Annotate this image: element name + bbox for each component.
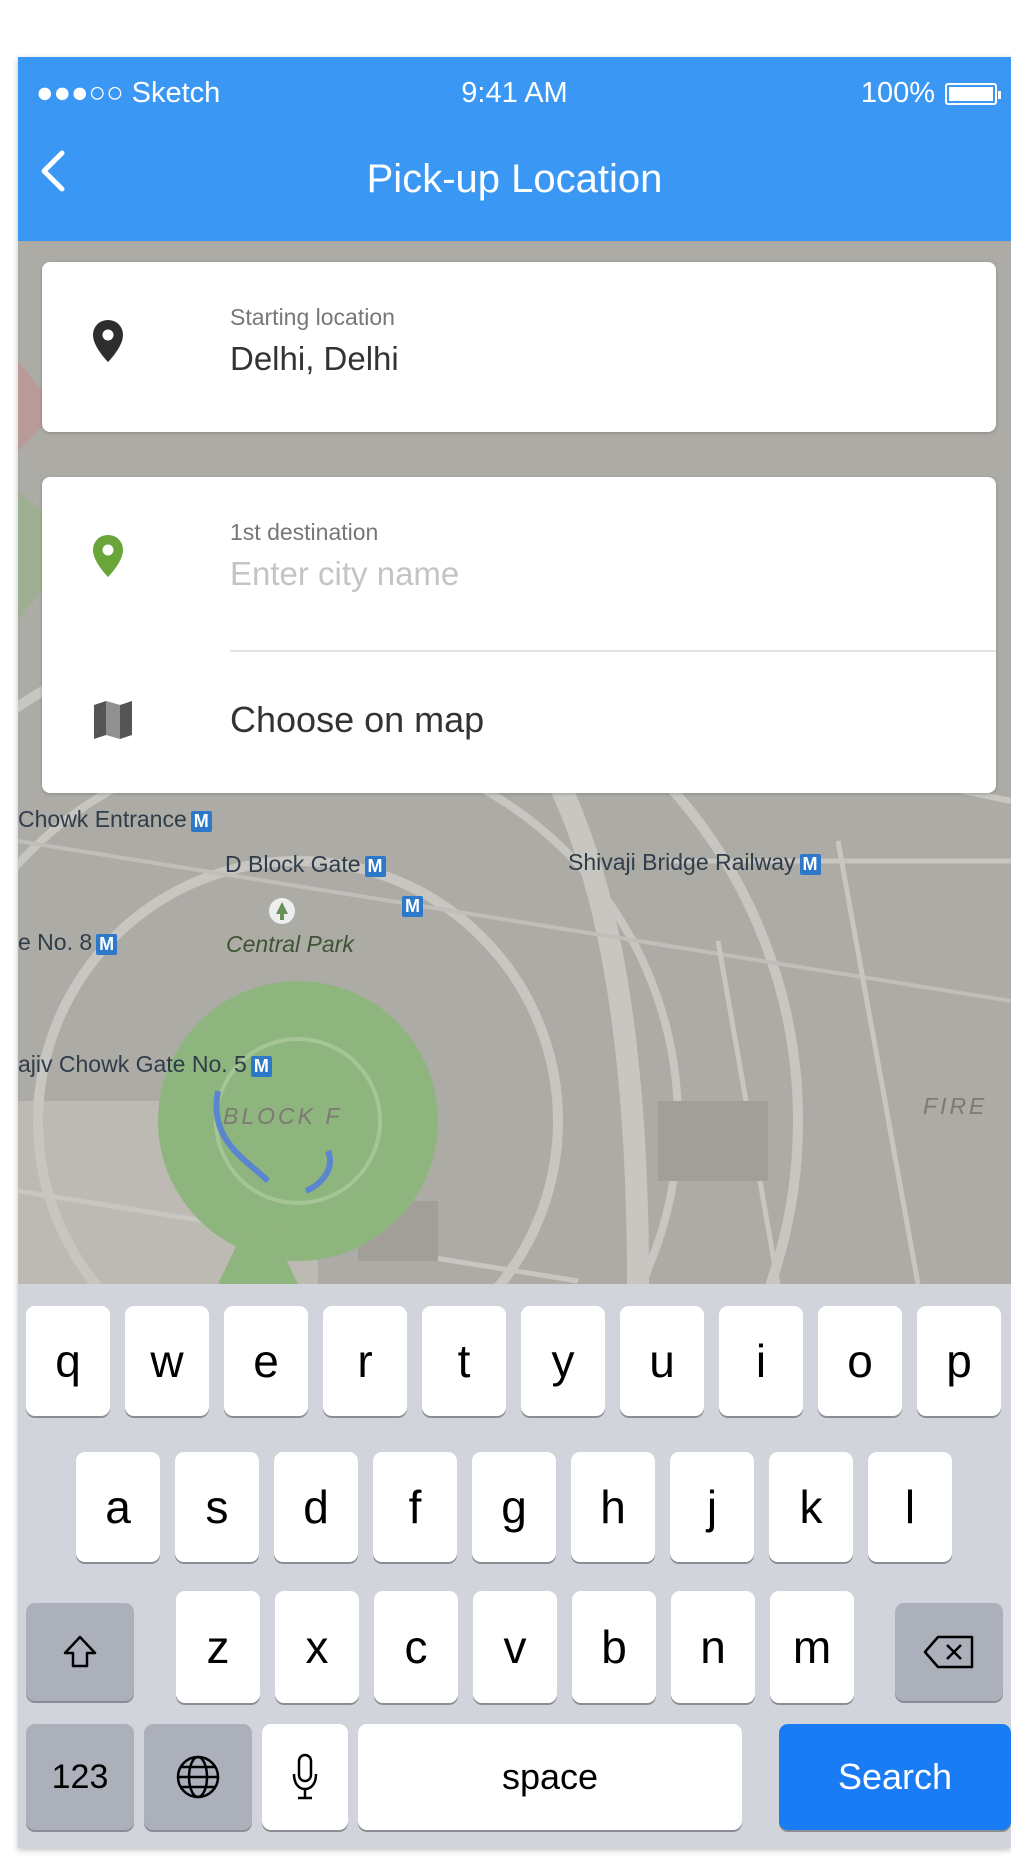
key-a[interactable]: a bbox=[76, 1452, 160, 1562]
train-icon: M bbox=[799, 854, 821, 875]
key-p[interactable]: p bbox=[917, 1306, 1001, 1416]
key-q[interactable]: q bbox=[26, 1306, 110, 1416]
key-x[interactable]: x bbox=[275, 1591, 359, 1703]
destination-label: 1st destination bbox=[230, 519, 379, 545]
backspace-icon bbox=[923, 1635, 974, 1669]
destination-input[interactable]: Enter city name bbox=[230, 555, 459, 593]
metro-icon: M bbox=[250, 1056, 272, 1077]
map-icon bbox=[94, 701, 132, 739]
key-s[interactable]: s bbox=[175, 1452, 259, 1562]
starting-location-value[interactable]: Delhi, Delhi bbox=[230, 340, 399, 378]
battery-indicator: 100% bbox=[860, 77, 1001, 110]
status-bar: ●●●○○ Sketch 9:41 AM 100% bbox=[18, 67, 1011, 117]
metro-icon: M bbox=[190, 811, 212, 832]
key-u[interactable]: u bbox=[620, 1306, 704, 1416]
map-label-d-block-gate: D Block Gate M bbox=[225, 851, 386, 878]
page-title: Pick-up Location bbox=[366, 157, 663, 201]
key-d[interactable]: d bbox=[274, 1452, 358, 1562]
metro-icon: M bbox=[96, 934, 118, 955]
map-label-metro-station: M bbox=[398, 891, 423, 918]
battery-icon bbox=[945, 82, 1001, 105]
globe-icon bbox=[176, 1755, 220, 1799]
key-v[interactable]: v bbox=[473, 1591, 557, 1703]
key-i[interactable]: i bbox=[719, 1306, 803, 1416]
map-label-gate-no-8: e No. 8M bbox=[18, 929, 118, 956]
tree-icon bbox=[268, 897, 296, 931]
destination-pin-icon bbox=[93, 535, 123, 577]
battery-percent: 100% bbox=[860, 77, 935, 109]
space-key[interactable]: space bbox=[358, 1724, 742, 1830]
microphone-icon bbox=[292, 1753, 318, 1800]
starting-location-card[interactable]: Starting location Delhi, Delhi bbox=[42, 262, 996, 432]
key-z[interactable]: z bbox=[176, 1591, 260, 1703]
key-c[interactable]: c bbox=[374, 1591, 458, 1703]
location-pin-icon bbox=[93, 320, 123, 362]
map-label-fire: FIRE bbox=[923, 1093, 988, 1119]
key-h[interactable]: h bbox=[571, 1452, 655, 1562]
numbers-key[interactable]: 123 bbox=[26, 1724, 134, 1830]
key-n[interactable]: n bbox=[671, 1591, 755, 1703]
key-f[interactable]: f bbox=[373, 1452, 457, 1562]
globe-key[interactable] bbox=[144, 1724, 252, 1830]
key-t[interactable]: t bbox=[422, 1306, 506, 1416]
map-label-shivaji-bridge: Shivaji Bridge Railway M bbox=[568, 849, 821, 876]
map-label-central-park: Central Park bbox=[226, 931, 354, 957]
search-key[interactable]: Search bbox=[779, 1724, 1011, 1830]
app-header: ●●●○○ Sketch 9:41 AM 100% Pick-up Locati… bbox=[18, 57, 1011, 241]
key-l[interactable]: l bbox=[868, 1452, 952, 1562]
metro-icon: M bbox=[402, 896, 423, 917]
key-j[interactable]: j bbox=[670, 1452, 754, 1562]
choose-on-map-button[interactable]: Choose on map bbox=[230, 699, 484, 741]
key-r[interactable]: r bbox=[323, 1306, 407, 1416]
shift-icon bbox=[63, 1635, 97, 1668]
key-o[interactable]: o bbox=[818, 1306, 902, 1416]
phone-screen: ●●●○○ Sketch 9:41 AM 100% Pick-up Locati… bbox=[18, 57, 1011, 1848]
key-k[interactable]: k bbox=[769, 1452, 853, 1562]
delete-key[interactable] bbox=[895, 1603, 1003, 1701]
divider bbox=[230, 650, 996, 652]
key-g[interactable]: g bbox=[472, 1452, 556, 1562]
key-b[interactable]: b bbox=[572, 1591, 656, 1703]
key-w[interactable]: w bbox=[125, 1306, 209, 1416]
key-y[interactable]: y bbox=[521, 1306, 605, 1416]
map-label-rajiv-chowk-gate-5: ajiv Chowk Gate No. 5M bbox=[18, 1051, 272, 1078]
shift-key[interactable] bbox=[26, 1603, 134, 1701]
keyboard: qwertyuiop asdfghjkl zxcvbnm 123 space S… bbox=[18, 1284, 1011, 1848]
map-label-block-f: BLOCK F bbox=[223, 1103, 343, 1129]
dictation-key[interactable] bbox=[262, 1724, 348, 1830]
starting-location-label: Starting location bbox=[230, 304, 395, 330]
metro-icon: M bbox=[364, 856, 386, 877]
destination-card: 1st destination Enter city name Choose o… bbox=[42, 477, 996, 793]
map-label-chowk-entrance: Chowk Entrance M bbox=[18, 806, 212, 833]
key-e[interactable]: e bbox=[224, 1306, 308, 1416]
key-m[interactable]: m bbox=[770, 1591, 854, 1703]
